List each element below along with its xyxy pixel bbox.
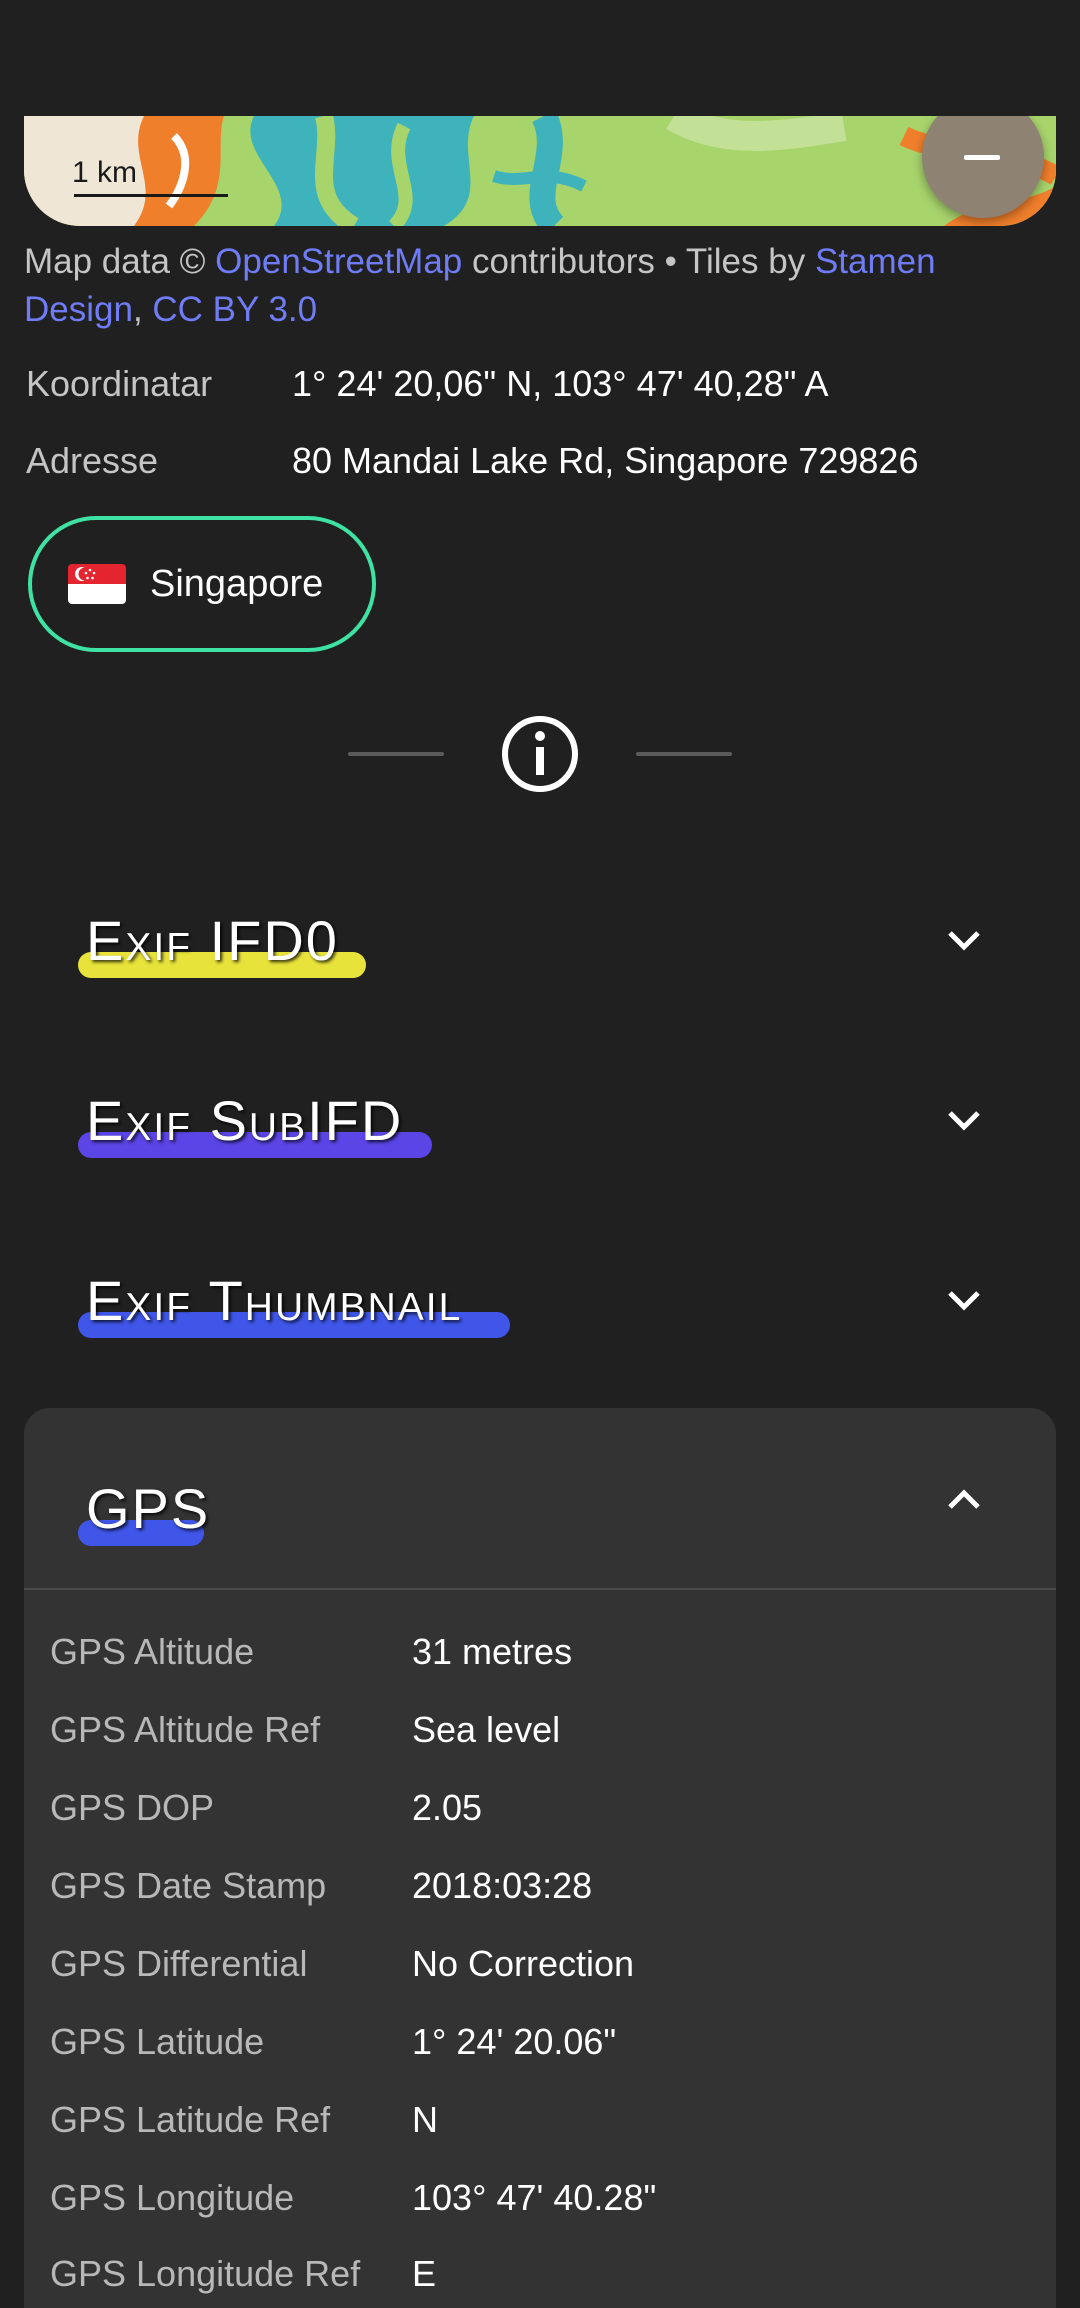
gps-row-label: GPS Latitude bbox=[50, 2021, 265, 2062]
map-tiles bbox=[24, 116, 1056, 226]
gps-row-label: GPS Longitude Ref bbox=[50, 2253, 361, 2294]
gps-row-label: GPS Latitude Ref bbox=[50, 2099, 331, 2140]
gps-row-label: GPS Date Stamp bbox=[50, 1865, 327, 1906]
attribution-middle: contributors • Tiles by bbox=[462, 242, 815, 281]
gps-row-value: 1° 24' 20.06" bbox=[412, 2021, 617, 2062]
address-label: Adresse bbox=[26, 440, 159, 481]
attribution-separator: , bbox=[132, 290, 153, 329]
divider-left bbox=[348, 752, 444, 756]
chevron-down-icon[interactable] bbox=[942, 1098, 986, 1142]
coordinates-value: 1° 24' 20,06" N, 103° 47' 40,28" A bbox=[292, 363, 829, 404]
section-gps[interactable]: GPS bbox=[24, 1408, 1056, 1588]
gps-row-label: GPS Differential bbox=[50, 1943, 308, 1984]
country-name: Singapore bbox=[150, 563, 324, 605]
chevron-down-icon[interactable] bbox=[942, 918, 986, 962]
attribution-prefix: Map data © bbox=[24, 242, 216, 281]
gps-row-value: No Correction bbox=[412, 1943, 635, 1984]
coordinates-label: Koordinatar bbox=[26, 363, 213, 404]
country-chip[interactable]: Singapore bbox=[28, 516, 376, 652]
gps-row-value: 2.05 bbox=[412, 1787, 483, 1828]
section-exif-thumbnail[interactable]: Exif Thumbnail bbox=[24, 1216, 1056, 1386]
section-title: Exif SubIFD bbox=[86, 1089, 404, 1152]
license-link[interactable]: CC BY 3.0 bbox=[152, 290, 317, 329]
gps-row-value: E bbox=[412, 2253, 437, 2294]
section-exif-subifd[interactable]: Exif SubIFD bbox=[24, 1036, 1056, 1206]
gps-row-label: GPS DOP bbox=[50, 1787, 215, 1828]
gps-row-value: 31 metres bbox=[412, 1631, 573, 1672]
section-title: GPS bbox=[86, 1477, 211, 1540]
gps-row-value: N bbox=[412, 2099, 438, 2140]
gps-row-label: GPS Altitude Ref bbox=[50, 1709, 321, 1750]
map-attribution: Map data © OpenStreetMap contributors • … bbox=[24, 238, 1044, 334]
map-view[interactable]: 1 km bbox=[24, 116, 1056, 226]
gps-row-value: 103° 47' 40.28" bbox=[412, 2177, 657, 2218]
address-value: 80 Mandai Lake Rd, Singapore 729826 bbox=[292, 440, 919, 481]
gps-row-value: 2018:03:28 bbox=[412, 1865, 593, 1906]
singapore-flag-icon bbox=[68, 564, 126, 604]
section-title: Exif Thumbnail bbox=[86, 1269, 463, 1332]
osm-link[interactable]: OpenStreetMap bbox=[215, 242, 462, 281]
divider-right bbox=[636, 752, 732, 756]
gps-row-value: Sea level bbox=[412, 1709, 561, 1750]
gps-divider bbox=[24, 1588, 1056, 1590]
info-icon bbox=[502, 716, 578, 792]
status-bar bbox=[0, 0, 1080, 116]
gps-card: GPS GPS Altitude 31 metres GPS Altitude … bbox=[24, 1408, 1056, 2308]
map-scale-label: 1 km bbox=[72, 156, 138, 189]
chevron-down-icon[interactable] bbox=[942, 1278, 986, 1322]
section-title: Exif IFD0 bbox=[86, 909, 339, 972]
chevron-up-icon[interactable] bbox=[942, 1478, 986, 1522]
map-scale-bar bbox=[74, 194, 228, 197]
section-exif-ifd0[interactable]: Exif IFD0 bbox=[24, 856, 1056, 1026]
gps-row-label: GPS Altitude bbox=[50, 1631, 255, 1672]
gps-row-label: GPS Longitude bbox=[50, 2177, 295, 2218]
